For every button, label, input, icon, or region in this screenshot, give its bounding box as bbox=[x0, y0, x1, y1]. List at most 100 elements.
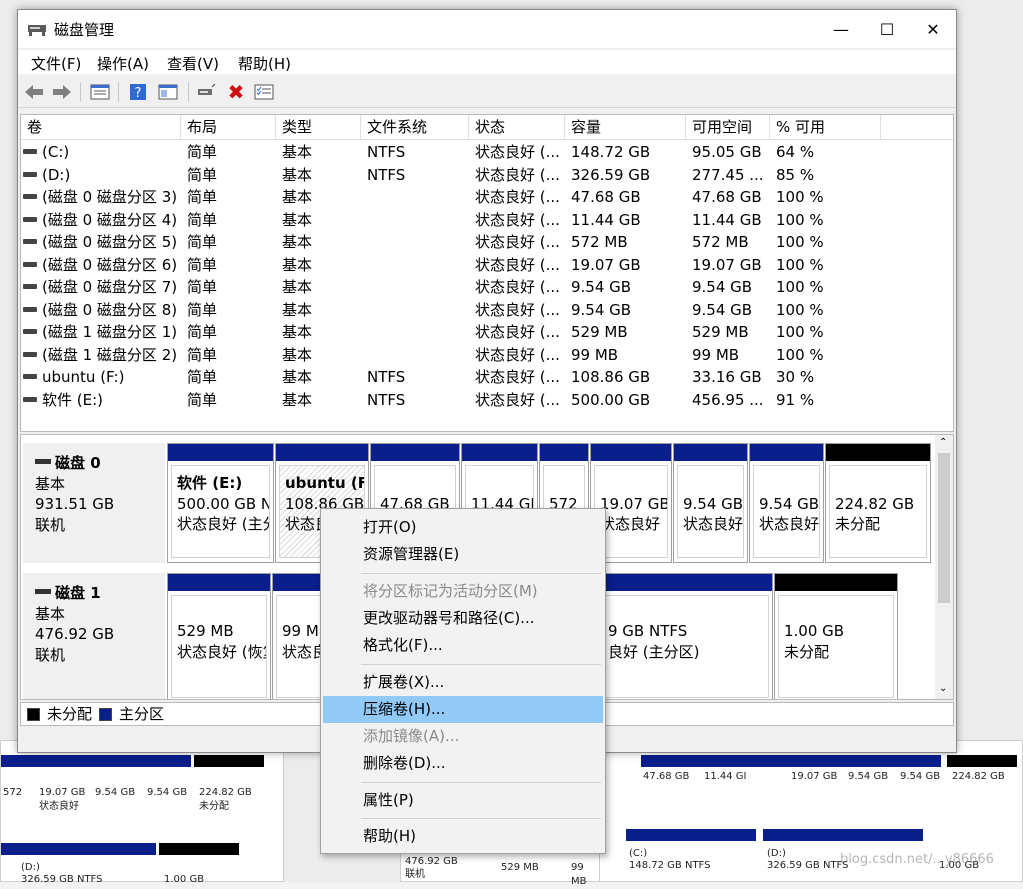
column-header-status[interactable]: 状态 bbox=[469, 115, 565, 140]
column-header-filesystem[interactable]: 文件系统 bbox=[361, 115, 469, 140]
partition-software-e[interactable]: 软件 (E:) 500.00 GB N 状态良好 (主分 bbox=[167, 443, 274, 563]
toolbar-separator bbox=[188, 82, 189, 102]
column-header-percent-free[interactable]: % 可用 bbox=[770, 115, 881, 140]
partition-name bbox=[380, 473, 455, 494]
menu-separator bbox=[361, 818, 601, 819]
background-text: 状态良好 bbox=[39, 801, 79, 812]
background-text: 未分配 bbox=[199, 801, 229, 812]
partition-name bbox=[471, 473, 533, 494]
table-cell-type: 基本 bbox=[282, 390, 313, 409]
table-row[interactable]: (磁盘 1 磁盘分区 1) 简单 基本 状态良好 (... 529 MB 529 MB 10… bbox=[21, 321, 953, 344]
partition-disk0-7[interactable]: 9.54 GB 状态良好 bbox=[673, 443, 748, 563]
partition-recovery-disk1[interactable]: 529 MB 状态良好 (恢复 bbox=[167, 573, 271, 699]
delete-icon[interactable]: ✖ bbox=[226, 80, 246, 104]
scroll-up-icon[interactable]: ⌃ bbox=[939, 437, 947, 448]
table-cell-name: (磁盘 0 磁盘分区 8) bbox=[23, 299, 178, 321]
unallocated-bar bbox=[775, 574, 897, 591]
table-cell-capacity: 99 MB bbox=[571, 345, 619, 364]
menu-help[interactable]: 帮助(H) bbox=[323, 823, 603, 850]
table-row[interactable]: (磁盘 0 磁盘分区 4) 简单 基本 状态良好 (... 11.44 GB 11.44 … bbox=[21, 209, 953, 232]
table-row[interactable]: ubuntu (F:) 简单 基本 NTFS 状态良好 (... 108.86 GB 33.… bbox=[21, 366, 953, 389]
table-row[interactable]: (磁盘 0 磁盘分区 6) 简单 基本 状态良好 (... 19.07 GB 19.07 … bbox=[21, 254, 953, 277]
table-cell-status: 状态良好 (... bbox=[475, 188, 560, 206]
disk-1-label[interactable]: 磁盘 1 基本 476.92 GB 联机 bbox=[23, 573, 165, 699]
drive-icon bbox=[23, 171, 37, 177]
menu-open[interactable]: 打开(O) bbox=[323, 514, 603, 541]
table-cell-name: (C:) bbox=[23, 141, 178, 163]
table-cell-free: 47.68 GB bbox=[692, 188, 762, 206]
partition-body: 软件 (E:) 500.00 GB N 状态良好 (主分 bbox=[171, 465, 270, 558]
table-cell-capacity: 47.68 GB bbox=[571, 188, 641, 206]
table-row[interactable]: (D:) 简单 基本 NTFS 状态良好 (... 326.59 GB 277.45 ...… bbox=[21, 164, 953, 187]
window-title: 磁盘管理 bbox=[54, 21, 115, 39]
table-row[interactable]: 软件 (E:) 简单 基本 NTFS 状态良好 (... 500.00 GB 456.95 … bbox=[21, 389, 953, 412]
menu-explorer[interactable]: 资源管理器(E) bbox=[323, 541, 603, 568]
table-cell-pct: 100 % bbox=[776, 345, 824, 364]
help-icon[interactable]: ? bbox=[128, 82, 148, 102]
partition-name bbox=[549, 473, 584, 494]
table-cell-type: 基本 bbox=[282, 210, 313, 229]
disk-0-title: 磁盘 0 bbox=[35, 453, 165, 474]
menu-properties[interactable]: 属性(P) bbox=[323, 787, 603, 814]
table-row[interactable]: (磁盘 0 磁盘分区 3) 简单 基本 状态良好 (... 47.68 GB 47.68 … bbox=[21, 186, 953, 209]
menu-shrink-volume[interactable]: 压缩卷(H)... bbox=[323, 696, 603, 723]
menu-extend-volume[interactable]: 扩展卷(X)... bbox=[323, 669, 603, 696]
table-row[interactable]: (磁盘 0 磁盘分区 8) 简单 基本 状态良好 (... 9.54 GB 9.54 GB… bbox=[21, 299, 953, 322]
table-cell-name: (磁盘 0 磁盘分区 7) bbox=[23, 276, 178, 298]
back-arrow-icon[interactable] bbox=[24, 82, 44, 102]
menu-delete-volume[interactable]: 删除卷(D)... bbox=[323, 750, 603, 777]
menu-file[interactable]: 文件(F) bbox=[31, 53, 81, 74]
disk-0-label[interactable]: 磁盘 0 基本 931.51 GB 联机 bbox=[23, 443, 165, 563]
menu-format[interactable]: 格式化(F)... bbox=[323, 632, 603, 659]
minimize-button[interactable]: — bbox=[818, 10, 864, 48]
menu-change-drive-letter[interactable]: 更改驱动器号和路径(C)... bbox=[323, 605, 603, 632]
scroll-down-icon[interactable]: ⌄ bbox=[939, 683, 947, 694]
partition-name bbox=[600, 473, 667, 494]
volume-name: (D:) bbox=[42, 165, 71, 184]
partition-unallocated-disk0[interactable]: 224.82 GB 未分配 bbox=[825, 443, 931, 563]
table-cell-name: 软件 (E:) bbox=[23, 389, 178, 411]
close-button[interactable]: ✕ bbox=[910, 10, 956, 48]
column-header-capacity[interactable]: 容量 bbox=[565, 115, 686, 140]
partition-unallocated-disk1[interactable]: 1.00 GB 未分配 bbox=[774, 573, 898, 699]
menu-help[interactable]: 帮助(H) bbox=[238, 53, 291, 74]
column-header-free-space[interactable]: 可用空间 bbox=[686, 115, 770, 140]
table-cell-free: 33.16 GB bbox=[692, 368, 762, 386]
table-cell-type: 基本 bbox=[282, 345, 313, 364]
table-cell-pct: 100 % bbox=[776, 188, 824, 206]
table-cell-pct: 64 % bbox=[776, 143, 815, 161]
table-cell-free: 529 MB bbox=[692, 323, 749, 341]
disk-map-scrollbar[interactable]: ⌃ ⌄ bbox=[935, 435, 953, 699]
table-cell-free: 99 MB bbox=[692, 345, 740, 364]
drive-icon bbox=[23, 149, 37, 154]
column-header-type[interactable]: 类型 bbox=[276, 115, 361, 140]
scroll-thumb[interactable] bbox=[938, 453, 950, 603]
checklist-icon[interactable] bbox=[254, 82, 274, 102]
maximize-button[interactable]: ☐ bbox=[864, 10, 910, 48]
connect-icon[interactable] bbox=[196, 82, 216, 102]
table-cell-name: (D:) bbox=[23, 164, 178, 186]
table-row[interactable]: (磁盘 0 磁盘分区 7) 简单 基本 状态良好 (... 9.54 GB 9.54 GB… bbox=[21, 276, 953, 299]
table-cell-status: 状态良好 (... bbox=[475, 345, 560, 364]
title-bar[interactable]: 磁盘管理 — ☐ ✕ bbox=[18, 10, 956, 48]
background-bar bbox=[626, 829, 756, 841]
table-row[interactable]: (C:) 简单 基本 NTFS 状态良好 (... 148.72 GB 95.05 GB 64… bbox=[21, 141, 953, 164]
menu-action[interactable]: 操作(A) bbox=[97, 53, 149, 74]
table-cell-fs: NTFS bbox=[367, 143, 406, 161]
menu-view[interactable]: 查看(V) bbox=[167, 53, 219, 74]
unallocated-bar bbox=[826, 444, 930, 461]
table-cell-type: 基本 bbox=[282, 368, 313, 386]
table-row[interactable]: (磁盘 1 磁盘分区 2) 简单 基本 状态良好 (... 99 MB 99 MB 100 … bbox=[21, 344, 953, 367]
partition-name: 软件 (E:) bbox=[177, 474, 243, 492]
column-header-volume[interactable]: 卷 bbox=[21, 115, 181, 140]
background-text: 476.92 GB bbox=[405, 856, 458, 867]
forward-arrow-icon[interactable] bbox=[52, 82, 72, 102]
table-row[interactable]: (磁盘 0 磁盘分区 5) 简单 基本 状态良好 (... 572 MB 572 MB 10… bbox=[21, 231, 953, 254]
drive-icon bbox=[23, 216, 37, 222]
list-view-icon[interactable] bbox=[90, 82, 110, 102]
properties-icon[interactable] bbox=[158, 82, 178, 102]
table-cell-type: 基本 bbox=[282, 233, 313, 251]
partition-disk0-8[interactable]: 9.54 GB 状态良好 bbox=[749, 443, 824, 563]
toolbar-separator bbox=[80, 82, 81, 102]
column-header-layout[interactable]: 布局 bbox=[181, 115, 276, 140]
